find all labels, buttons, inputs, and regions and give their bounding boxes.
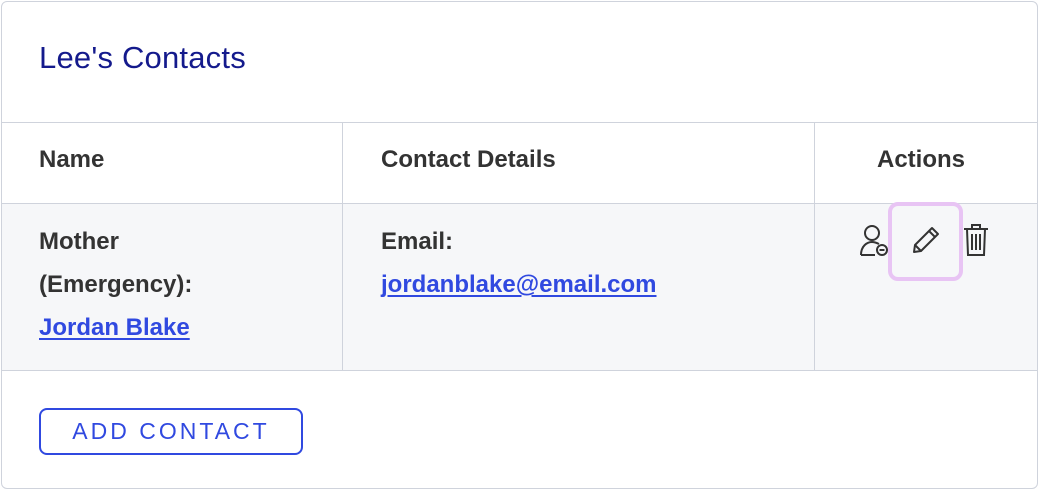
pencil-icon (913, 227, 939, 253)
add-contact-button[interactable]: ADD CONTACT (39, 408, 303, 455)
contact-details-cell: Email: jordanblake@email.com (381, 220, 657, 306)
header-top-divider (2, 122, 1037, 123)
column-header-actions: Actions (877, 146, 966, 173)
column-divider (342, 122, 343, 370)
contact-name-cell: Mother (Emergency): Jordan Blake (39, 220, 192, 349)
column-divider (814, 122, 815, 370)
relation-label: Mother (39, 228, 119, 255)
edit-contact-button[interactable] (908, 222, 944, 258)
delete-contact-button[interactable] (958, 222, 994, 258)
relation-qualifier: (Emergency): (39, 271, 193, 298)
person-icon (860, 225, 888, 256)
trash-icon (964, 224, 988, 256)
contact-name-link[interactable]: Jordan Blake (39, 314, 190, 341)
column-header-name: Name (39, 146, 105, 173)
contacts-card: Lee's Contacts Name Contact Details Acti… (1, 1, 1038, 489)
row-bottom-divider (2, 370, 1037, 371)
email-label: Email: (381, 228, 454, 255)
card-title: Lee's Contacts (39, 40, 246, 75)
header-bottom-divider (2, 203, 1037, 204)
email-link[interactable]: jordanblake@email.com (381, 271, 657, 298)
column-header-contact-details: Contact Details (381, 146, 556, 173)
view-contact-button[interactable] (856, 222, 892, 258)
